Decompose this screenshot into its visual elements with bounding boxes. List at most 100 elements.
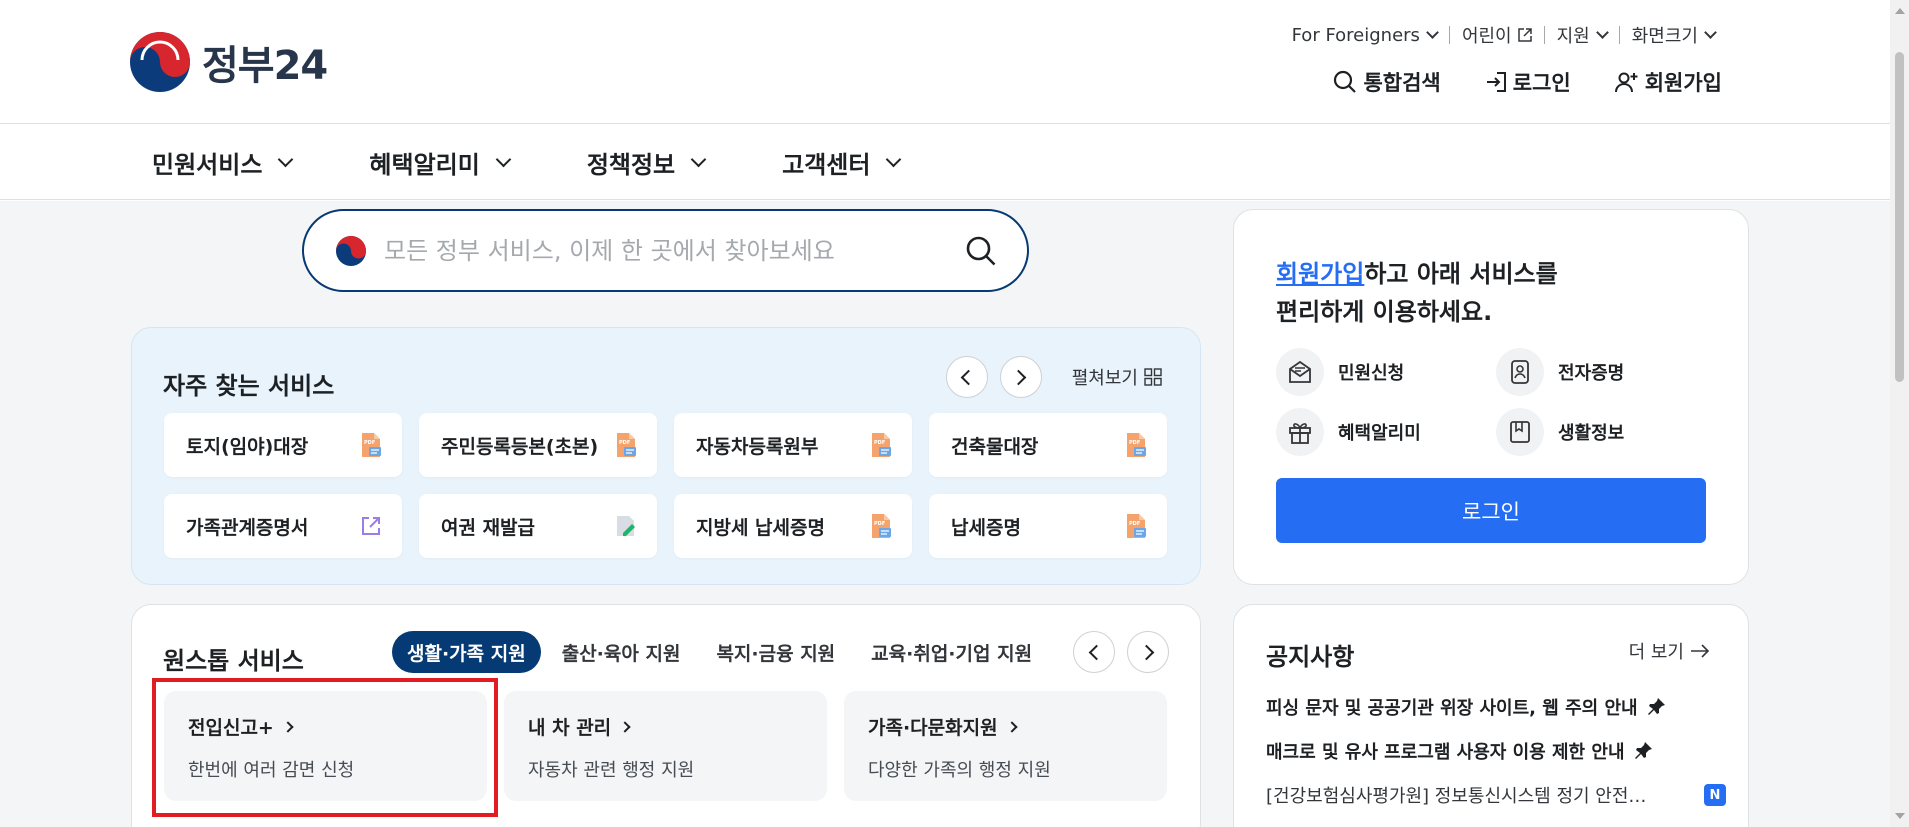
login-link[interactable]: 로그인 <box>1485 67 1571 97</box>
tab-education-employment[interactable]: 교육·취업·기업 지원 <box>856 631 1047 673</box>
external-link-icon <box>1517 28 1532 42</box>
card-desc: 다양한 가족의 행정 지원 <box>868 760 1051 781</box>
notice-panel: 공지사항 더 보기 피싱 문자 및 공공기관 위장 사이트, 웹 주의 안내 매… <box>1233 604 1749 827</box>
card-desc: 자동차 관련 행정 지원 <box>528 760 695 781</box>
support-menu[interactable]: 지원 <box>1545 22 1619 48</box>
prev-button[interactable] <box>1073 631 1115 673</box>
chevron-right-icon <box>282 720 294 733</box>
pdf-doc-icon: PDF <box>870 513 892 539</box>
search-input[interactable] <box>384 236 965 265</box>
svg-text:PDF: PDF <box>619 440 630 446</box>
integrated-search-label: 통합검색 <box>1363 71 1441 95</box>
service-label: 민원신청 <box>1338 363 1405 384</box>
service-civil-application[interactable]: 민원신청 <box>1276 348 1496 396</box>
notice-more-link[interactable]: 더 보기 <box>1629 638 1710 664</box>
signup-inline-link[interactable]: 회원가입 <box>1276 260 1364 288</box>
scroll-down-arrow-icon[interactable] <box>1895 813 1905 819</box>
chevron-left-icon <box>1088 644 1104 660</box>
nav-label: 정책정보 <box>586 151 676 179</box>
service-life-info[interactable]: 생활정보 <box>1496 408 1716 456</box>
kids-link[interactable]: 어린이 <box>1450 22 1544 48</box>
frequent-service-tile[interactable]: 주민등록등본(초본) PDF <box>419 413 657 477</box>
login-panel: 회원가입하고 아래 서비스를 편리하게 이용하세요. 민원신청 전자증명 혜택알… <box>1233 209 1749 585</box>
top-actions: 통합검색 로그인 회원가입 <box>1289 67 1722 97</box>
chevron-down-icon <box>886 151 902 167</box>
scrollbar-thumb[interactable] <box>1895 52 1904 382</box>
frequent-service-tile[interactable]: 납세증명 PDF <box>929 494 1167 558</box>
next-button[interactable] <box>1127 631 1169 673</box>
tile-label: 가족관계증명서 <box>186 516 309 539</box>
nav-label: 민원서비스 <box>152 151 263 179</box>
notice-item[interactable]: [건강보험심사평가원] 정보통신시스템 정기 안전… N <box>1266 773 1726 817</box>
onestop-services-panel: 원스톱 서비스 생활·가족 지원 출산·육아 지원 복지·금융 지원 교육·취업… <box>131 604 1201 827</box>
expand-label: 펼쳐보기 <box>1071 368 1138 389</box>
notice-title: 공지사항 <box>1266 643 1355 671</box>
onestop-card-family[interactable]: 가족·다문화지원 다양한 가족의 행정 지원 <box>844 691 1167 801</box>
search-button[interactable] <box>965 235 997 267</box>
service-e-certificate[interactable]: 전자증명 <box>1496 348 1716 396</box>
frequent-services-controls: 펼쳐보기 <box>934 356 1162 398</box>
nav-item-benefits[interactable]: 혜택알리미 <box>369 145 512 180</box>
signup-link[interactable]: 회원가입 <box>1614 67 1722 97</box>
tile-label: 토지(임야)대장 <box>186 435 309 458</box>
chevron-down-icon <box>1595 26 1609 39</box>
tile-label: 주민등록등본(초본) <box>441 435 599 458</box>
site-logo[interactable]: 정부24 <box>128 30 328 94</box>
edit-doc-icon <box>615 514 637 538</box>
svg-text:PDF: PDF <box>1129 521 1140 527</box>
login-message: 회원가입하고 아래 서비스를 편리하게 이용하세요. <box>1276 255 1558 331</box>
chevron-right-icon <box>1010 369 1027 385</box>
page-scrollbar[interactable] <box>1890 0 1909 827</box>
kids-label: 어린이 <box>1461 26 1512 47</box>
service-benefits[interactable]: 혜택알리미 <box>1276 408 1496 456</box>
integrated-search-button[interactable]: 통합검색 <box>1333 67 1441 97</box>
notice-item[interactable]: 매크로 및 유사 프로그램 사용자 이용 제한 안내 <box>1266 729 1726 773</box>
next-button[interactable] <box>999 356 1042 398</box>
frequent-service-tile[interactable]: 가족관계증명서 <box>164 494 402 558</box>
frequent-service-tile[interactable]: 지방세 납세증명 PDF <box>674 494 912 558</box>
new-badge: N <box>1704 784 1726 806</box>
tab-welfare-finance[interactable]: 복지·금융 지원 <box>701 631 850 673</box>
expand-button[interactable]: 펼쳐보기 <box>1072 364 1162 390</box>
chevron-down-icon <box>1426 26 1439 39</box>
nav-item-customer-center[interactable]: 고객센터 <box>782 145 902 180</box>
pdf-doc-icon: PDF <box>870 432 892 458</box>
prev-button[interactable] <box>945 356 988 398</box>
screen-size-menu[interactable]: 화면크기 <box>1620 22 1727 48</box>
nav-item-policy[interactable]: 정책정보 <box>586 145 707 180</box>
nav-item-civil-service[interactable]: 민원서비스 <box>152 145 294 180</box>
pin-icon <box>1647 698 1665 715</box>
screen-size-label: 화면크기 <box>1631 26 1698 47</box>
tile-label: 여권 재발급 <box>441 516 536 539</box>
onestop-card-move-in[interactable]: 전입신고+ 한번에 여러 감면 신청 <box>164 691 487 801</box>
notice-text: 피싱 문자 및 공공기관 위장 사이트, 웹 주의 안내 <box>1266 698 1638 719</box>
svg-text:PDF: PDF <box>1129 440 1140 446</box>
envelope-doc-icon <box>1276 348 1324 396</box>
login-button[interactable]: 로그인 <box>1276 478 1706 543</box>
frequent-service-tile[interactable]: 토지(임야)대장 PDF <box>164 413 402 477</box>
onestop-controls <box>1061 631 1169 673</box>
tile-label: 자동차등록원부 <box>696 435 819 458</box>
onestop-card-my-car[interactable]: 내 차 관리 자동차 관련 행정 지원 <box>504 691 827 801</box>
chevron-right-icon <box>1138 644 1154 660</box>
pdf-doc-icon: PDF <box>1125 432 1147 458</box>
pdf-doc-icon: PDF <box>615 432 637 458</box>
frequent-service-tile[interactable]: 건축물대장 PDF <box>929 413 1167 477</box>
chevron-down-icon <box>495 151 512 167</box>
tab-birth-childcare[interactable]: 출산·육아 지원 <box>547 631 696 673</box>
scroll-up-arrow-icon[interactable] <box>1895 8 1905 14</box>
notice-item[interactable]: 피싱 문자 및 공공기관 위장 사이트, 웹 주의 안내 <box>1266 685 1726 729</box>
frequent-service-tile[interactable]: 자동차등록원부 PDF <box>674 413 912 477</box>
for-foreigners-menu[interactable]: For Foreigners <box>1280 25 1449 46</box>
service-label: 생활정보 <box>1558 423 1625 444</box>
frequent-service-tile[interactable]: 여권 재발급 <box>419 494 657 558</box>
tile-label: 지방세 납세증명 <box>696 516 825 539</box>
grid-icon <box>1144 368 1162 386</box>
login-message-text: 하고 아래 서비스를 <box>1364 260 1558 288</box>
card-title: 전입신고+ <box>188 713 463 740</box>
onestop-title: 원스톱 서비스 <box>163 647 304 675</box>
login-services: 민원신청 전자증명 혜택알리미 생활정보 <box>1276 348 1716 456</box>
tab-life-family[interactable]: 생활·가족 지원 <box>392 631 541 673</box>
card-title: 내 차 관리 <box>528 713 803 740</box>
login-icon <box>1486 72 1506 92</box>
